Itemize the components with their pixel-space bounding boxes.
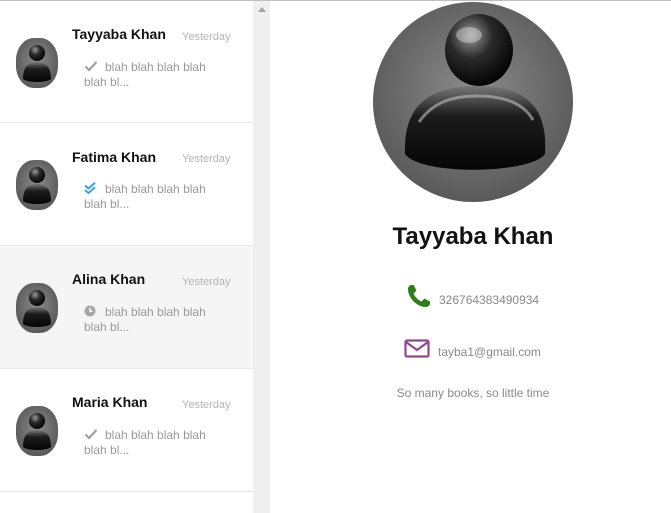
profile-email: tayba1@gmail.com	[438, 345, 541, 359]
avatar	[16, 160, 58, 210]
contact-name: Tayyaba Khan	[72, 26, 166, 42]
contact-name: Maria Khan	[72, 394, 148, 410]
phone-icon	[406, 283, 432, 309]
scroll-up-arrow-icon[interactable]	[253, 1, 270, 18]
chat-list-scrollbar[interactable]	[253, 1, 270, 513]
message-timestamp: Yesterday	[182, 399, 231, 411]
avatar	[16, 38, 58, 88]
mail-icon	[404, 339, 430, 358]
profile-phone: 326764383490934	[439, 293, 540, 307]
chat-list: Tayyaba Khan Yesterday blah blah blah bl…	[0, 1, 253, 513]
message-preview: blah blah blah blah blah bl...	[84, 305, 206, 334]
message-preview: blah blah blah blah blah bl...	[84, 60, 206, 89]
chat-item-maria-khan[interactable]: Maria Khan Yesterday blah blah blah blah…	[0, 370, 253, 492]
profile-bio: So many books, so little time	[396, 386, 550, 400]
contact-name: Alina Khan	[72, 271, 146, 287]
message-timestamp: Yesterday	[182, 276, 231, 288]
profile-avatar	[373, 2, 573, 202]
chat-item-fatima-khan[interactable]: Fatima Khan Yesterday blah blah blah bla…	[0, 124, 253, 246]
profile-panel: Tayyaba Khan 326764383490934 tayba1@gmai…	[270, 1, 671, 513]
chat-item-tayyaba-khan[interactable]: Tayyaba Khan Yesterday blah blah blah bl…	[0, 1, 253, 123]
avatar	[16, 283, 58, 333]
chat-item-alina-khan[interactable]: Alina Khan Yesterday blah blah blah blah…	[0, 247, 253, 369]
message-preview: blah blah blah blah blah bl...	[84, 182, 206, 211]
message-timestamp: Yesterday	[182, 153, 231, 165]
message-preview: blah blah blah blah blah bl...	[84, 428, 206, 457]
avatar	[16, 406, 58, 456]
contact-name: Fatima Khan	[72, 149, 157, 165]
message-timestamp: Yesterday	[182, 31, 231, 43]
profile-name: Tayyaba Khan	[392, 223, 554, 250]
